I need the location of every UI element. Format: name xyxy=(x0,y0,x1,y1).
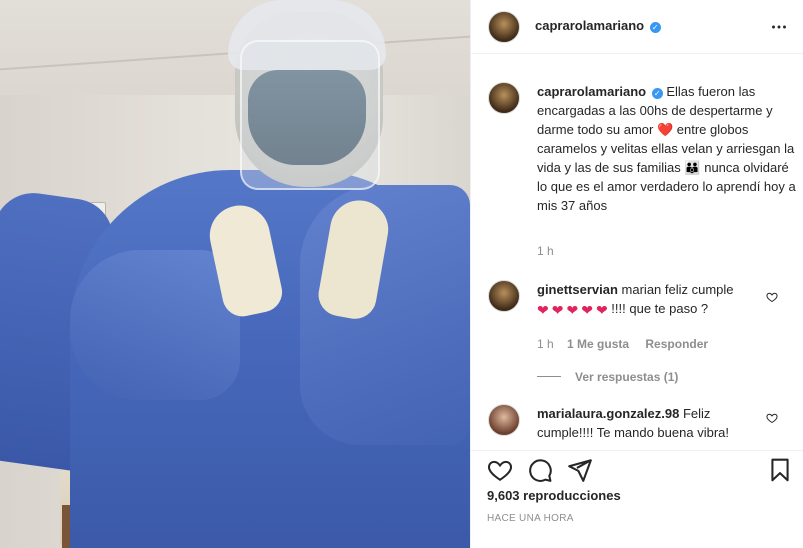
caption-verified-badge-icon: ✓ xyxy=(651,88,663,99)
family-emoji-icon: 👪 xyxy=(684,160,701,175)
heart-emoji-icon: ❤ xyxy=(566,302,579,318)
video-person-face-shield xyxy=(240,40,380,190)
heart-emoji-icon: ❤ xyxy=(551,302,564,318)
author-username[interactable]: caprarolamariano ✓ xyxy=(535,18,661,33)
author-avatar[interactable] xyxy=(488,11,520,43)
comment-meta: 1 h 1 Me gusta Responder xyxy=(537,337,708,351)
verified-badge-icon: ✓ xyxy=(649,22,661,33)
heart-emoji-icon: ❤ xyxy=(537,302,549,318)
post-video[interactable] xyxy=(0,0,470,548)
commenter-avatar[interactable] xyxy=(488,280,520,312)
views-count[interactable]: 9,603 reproducciones xyxy=(487,488,621,503)
bookmark-icon[interactable] xyxy=(767,457,793,483)
caption-username[interactable]: caprarolamariano xyxy=(537,84,646,99)
more-horizontal-icon[interactable] xyxy=(768,16,790,38)
comment-likes-count[interactable]: 1 Me gusta xyxy=(567,337,629,351)
comment-text: marialaura.gonzalez.98 Feliz cumple!!!! … xyxy=(537,404,762,442)
post-timestamp[interactable]: HACE UNA HORA xyxy=(487,513,574,524)
heart-emoji-icon: ❤️ xyxy=(656,122,674,137)
caption-timestamp[interactable]: 1 h xyxy=(537,244,554,258)
view-replies-button[interactable]: Ver respuestas (1) xyxy=(537,370,678,384)
comments-section[interactable]: caprarolamariano ✓ Ellas fueron las enca… xyxy=(471,54,803,450)
comment-icon[interactable] xyxy=(527,457,553,483)
reply-button[interactable]: Responder xyxy=(645,337,708,351)
view-replies-label[interactable]: Ver respuestas (1) xyxy=(575,370,678,384)
share-icon[interactable] xyxy=(567,457,593,483)
heart-icon[interactable] xyxy=(487,457,513,483)
comment-text: ginettservian marian feliz cumple ❤ ❤ ❤ … xyxy=(537,280,762,318)
commenter-username[interactable]: marialaura.gonzalez.98 xyxy=(537,406,679,421)
comment-hearts: ❤ ❤ ❤ ❤ ❤ xyxy=(537,303,608,317)
comment-like-heart-icon[interactable] xyxy=(766,291,778,303)
commenter-avatar[interactable] xyxy=(488,404,520,436)
heart-emoji-icon: ❤ xyxy=(581,302,593,318)
comment-text-after: !!!! que te paso ? xyxy=(611,301,709,316)
post-actions-bar: 9,603 reproducciones HACE UNA HORA xyxy=(471,450,803,548)
heart-emoji-icon: ❤ xyxy=(595,302,608,318)
post-header: caprarolamariano ✓ xyxy=(471,0,803,54)
post-side-panel: caprarolamariano ✓ caprarolamariano ✓ El… xyxy=(470,0,803,548)
video-person-left-arm xyxy=(70,250,240,400)
comment-like-heart-icon[interactable] xyxy=(766,412,778,424)
post-caption: caprarolamariano ✓ Ellas fueron las enca… xyxy=(537,82,797,215)
commenter-username[interactable]: ginettservian xyxy=(537,282,618,297)
comment-timestamp[interactable]: 1 h xyxy=(537,337,554,351)
view-replies-dash xyxy=(537,376,561,377)
author-username-text[interactable]: caprarolamariano xyxy=(535,18,644,33)
comment-text-before: marian feliz cumple xyxy=(621,282,734,297)
caption-author-avatar[interactable] xyxy=(488,82,520,114)
